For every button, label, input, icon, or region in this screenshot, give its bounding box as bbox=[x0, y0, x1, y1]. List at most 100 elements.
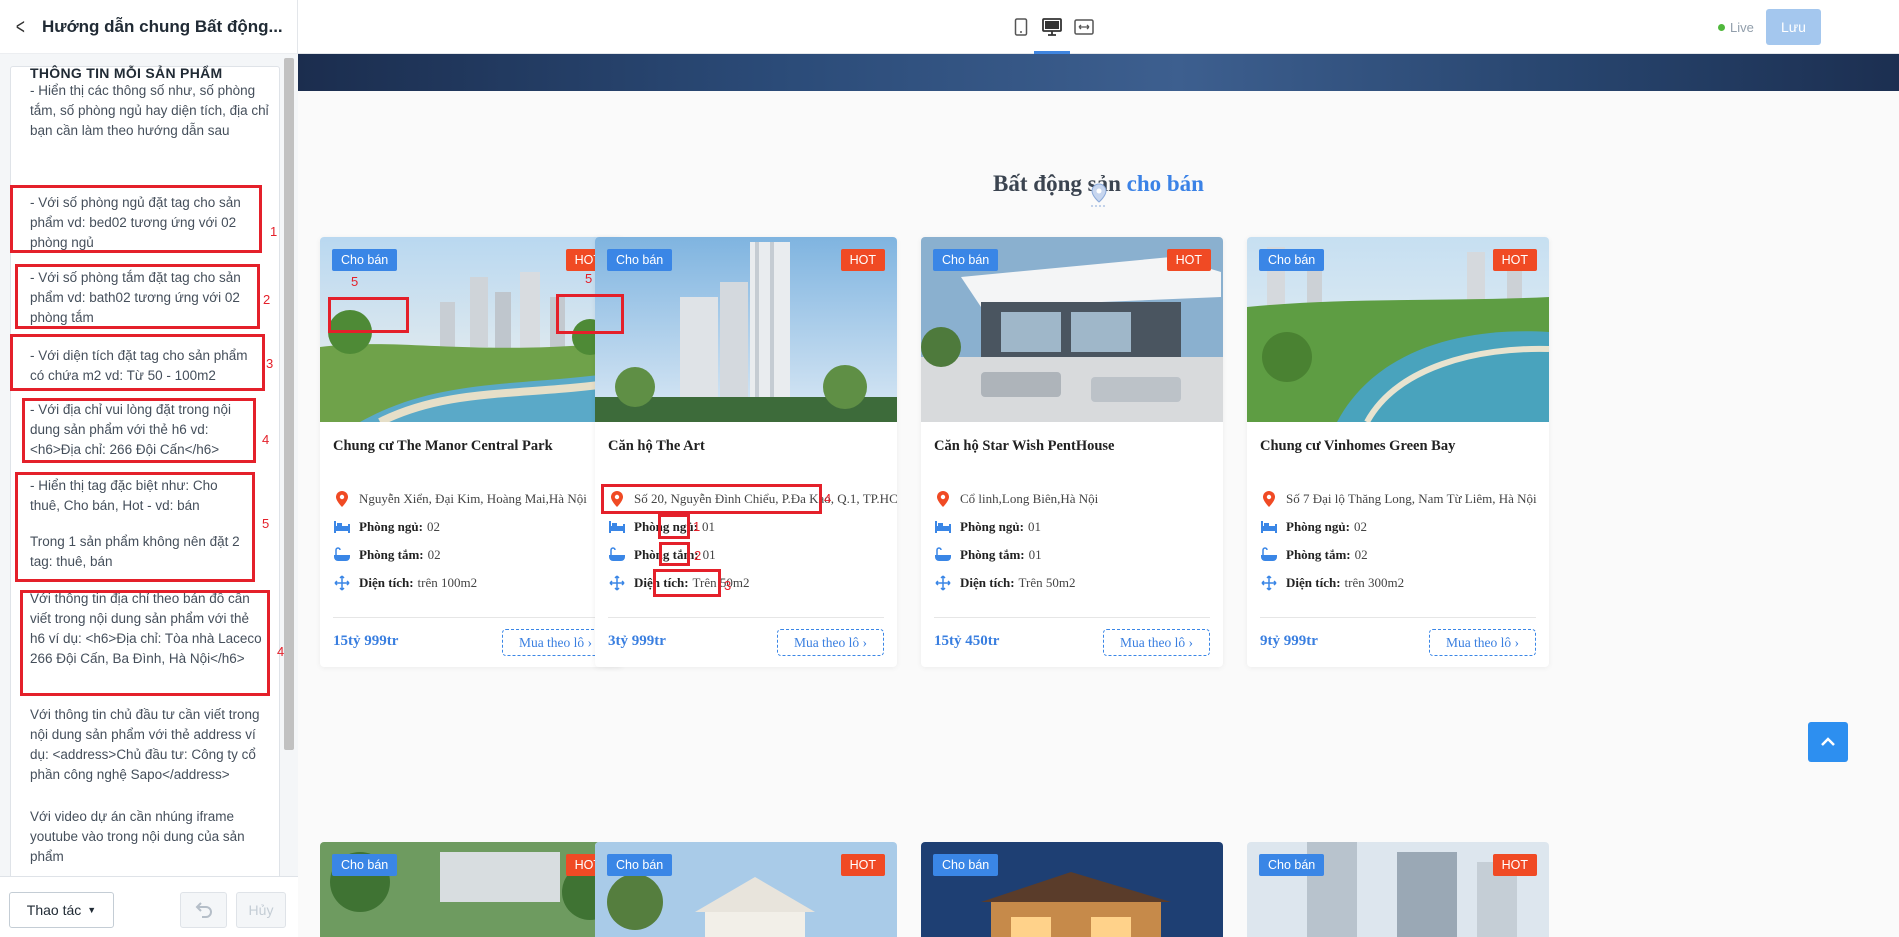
product-card[interactable]: Cho bán HOT bbox=[1247, 842, 1549, 937]
card-divider bbox=[934, 617, 1210, 618]
live-label: Live bbox=[1730, 20, 1754, 35]
product-image[interactable]: Cho bán HOT bbox=[921, 237, 1223, 422]
tag-for-sale: Cho bán bbox=[933, 854, 999, 876]
product-price: 3tỷ 999tr bbox=[608, 633, 666, 649]
guide-address: - Với địa chỉ vui lòng đặt trong nội dun… bbox=[30, 402, 231, 457]
product-image[interactable]: Cho bán HOT bbox=[1247, 237, 1549, 422]
product-card[interactable]: Cho bán bbox=[921, 842, 1223, 937]
chevron-left-icon[interactable]: < bbox=[16, 15, 34, 38]
tag-for-sale: Cho bán bbox=[933, 249, 999, 271]
cancel-button[interactable]: Hủy bbox=[236, 892, 286, 928]
product-name[interactable]: Chung cư Vinhomes Green Bay bbox=[1260, 438, 1455, 455]
tag-for-sale: Cho bán bbox=[607, 854, 673, 876]
annotation-number: 1 bbox=[693, 519, 701, 534]
annotation-number: 4 bbox=[262, 432, 270, 447]
guide-heading: THÔNG TIN MỖI SẢN PHẨM bbox=[30, 65, 223, 81]
cancel-label: Hủy bbox=[248, 902, 274, 918]
arrows-move-icon bbox=[934, 574, 952, 592]
product-price: 9tỷ 999tr bbox=[1260, 633, 1318, 649]
product-bedrooms: Phòng ngủ: 02 bbox=[1260, 518, 1367, 536]
save-button[interactable]: Lưu bbox=[1766, 9, 1821, 45]
card-divider bbox=[1260, 617, 1536, 618]
guide-bathroom: - Với số phòng tắm đặt tag cho sản phẩm … bbox=[30, 270, 241, 325]
annotation-number: 2 bbox=[263, 292, 271, 307]
card-divider bbox=[608, 617, 884, 618]
annotation-number: 4 bbox=[824, 491, 832, 506]
product-bathrooms: Phòng tắm: 02 bbox=[1260, 546, 1368, 564]
left-panel: < Hướng dẫn chung Bất động... THÔNG TIN … bbox=[0, 0, 298, 937]
bed-icon bbox=[608, 518, 626, 536]
actions-label: Thao tác bbox=[26, 902, 82, 918]
fullwidth-icon[interactable] bbox=[1074, 17, 1094, 37]
location-icon bbox=[608, 490, 626, 508]
product-name[interactable]: Căn hộ The Art bbox=[608, 438, 705, 455]
product-card[interactable]: Cho bán HOT Chung cư Vinhomes Green Bay … bbox=[1247, 237, 1549, 667]
bed-icon bbox=[333, 518, 351, 536]
product-card[interactable]: Cho bán HOT Căn hộ The Art Số 20, Nguyễn… bbox=[595, 237, 897, 667]
product-name[interactable]: Căn hộ Star Wish PentHouse bbox=[934, 438, 1115, 455]
product-bedrooms: Phòng ngủ: 02 bbox=[333, 518, 440, 536]
product-address: Số 20, Nguyễn Đình Chiểu, P.Đa Kao, Q.1,… bbox=[608, 490, 897, 508]
annotation-number: 5 bbox=[262, 516, 270, 531]
undo-button[interactable] bbox=[180, 892, 227, 928]
arrows-move-icon bbox=[1260, 574, 1278, 592]
tag-for-sale: Cho bán bbox=[332, 249, 398, 271]
desktop-icon[interactable] bbox=[1034, 17, 1070, 54]
bathtub-icon bbox=[934, 546, 952, 564]
tag-for-sale: Cho bán bbox=[332, 854, 398, 876]
annotation-number: 1 bbox=[270, 224, 278, 239]
product-price: 15tỷ 450tr bbox=[934, 633, 1000, 649]
bathtub-icon bbox=[608, 546, 626, 564]
guide-special-tag: - Hiển thị tag đặc biệt như: Cho thuê, C… bbox=[30, 478, 218, 513]
mobile-icon[interactable] bbox=[1011, 17, 1031, 37]
annotation-number: 3 bbox=[724, 578, 732, 593]
top-bar: Live Lưu bbox=[298, 0, 1899, 54]
tag-for-sale: Cho bán bbox=[1259, 854, 1325, 876]
product-area: Diện tích: trên 300m2 bbox=[1260, 574, 1404, 592]
bed-icon bbox=[934, 518, 952, 536]
buy-button[interactable]: Mua theo lô › bbox=[1429, 629, 1536, 656]
buy-button[interactable]: Mua theo lô › bbox=[777, 629, 884, 656]
guide-map-address: Với thông tin địa chỉ theo bán đồ cần vi… bbox=[30, 591, 262, 666]
product-bathrooms: Phòng tắm: 01 bbox=[934, 546, 1042, 564]
bathtub-icon bbox=[1260, 546, 1278, 564]
chevron-up-icon bbox=[1821, 737, 1835, 746]
card-divider bbox=[333, 617, 609, 618]
annotation-number: 5 bbox=[585, 271, 593, 286]
panel-header: < Hướng dẫn chung Bất động... bbox=[0, 0, 297, 54]
product-card[interactable]: Cho bán HOT bbox=[595, 842, 897, 937]
location-icon bbox=[1260, 490, 1278, 508]
preview-frame[interactable]: Bất động sản cho bán Cho bán HOT Chung c… bbox=[298, 54, 1899, 937]
back-to-top-button[interactable] bbox=[1808, 722, 1848, 762]
product-card[interactable]: Cho bán HOT bbox=[320, 842, 622, 937]
scrollbar[interactable] bbox=[284, 58, 294, 750]
guide-scroll-area[interactable]: THÔNG TIN MỖI SẢN PHẨM - Hiển thị các th… bbox=[0, 54, 298, 876]
location-icon bbox=[333, 490, 351, 508]
undo-icon bbox=[195, 902, 212, 918]
caret-down-icon: ▼ bbox=[87, 905, 97, 915]
tag-for-sale: Cho bán bbox=[607, 249, 673, 271]
product-image[interactable]: Cho bán HOT bbox=[595, 237, 897, 422]
actions-dropdown[interactable]: Thao tác ▼ bbox=[9, 892, 114, 928]
bathtub-icon bbox=[333, 546, 351, 564]
product-card[interactable]: Cho bán HOT Căn hộ Star Wish PentHouse C… bbox=[921, 237, 1223, 667]
buy-button[interactable]: Mua theo lô › bbox=[1103, 629, 1210, 656]
live-dot-icon bbox=[1718, 24, 1725, 31]
product-card[interactable]: Cho bán HOT Chung cư The Manor Central P… bbox=[320, 237, 622, 667]
guide-intro: - Hiển thị các thông số như, số phòng tắ… bbox=[30, 83, 269, 138]
annotation-number: 3 bbox=[266, 356, 274, 371]
annotation-number: 5 bbox=[351, 274, 359, 289]
product-name[interactable]: Chung cư The Manor Central Park bbox=[333, 438, 553, 455]
buy-button[interactable]: Mua theo lô › bbox=[502, 629, 609, 656]
arrows-move-icon bbox=[333, 574, 351, 592]
arrows-move-icon bbox=[608, 574, 626, 592]
tag-hot: HOT bbox=[840, 854, 885, 876]
product-price: 15tỷ 999tr bbox=[333, 633, 399, 649]
panel-footer: Thao tác ▼ Hủy bbox=[0, 876, 298, 937]
bed-icon bbox=[1260, 518, 1278, 536]
guide-investor: Với thông tin chủ đầu tư cần viết trong … bbox=[30, 707, 260, 782]
location-icon bbox=[934, 490, 952, 508]
tag-hot: HOT bbox=[840, 249, 885, 271]
section-title-highlight: cho bán bbox=[1126, 171, 1204, 196]
product-image[interactable]: Cho bán HOT bbox=[320, 237, 622, 422]
